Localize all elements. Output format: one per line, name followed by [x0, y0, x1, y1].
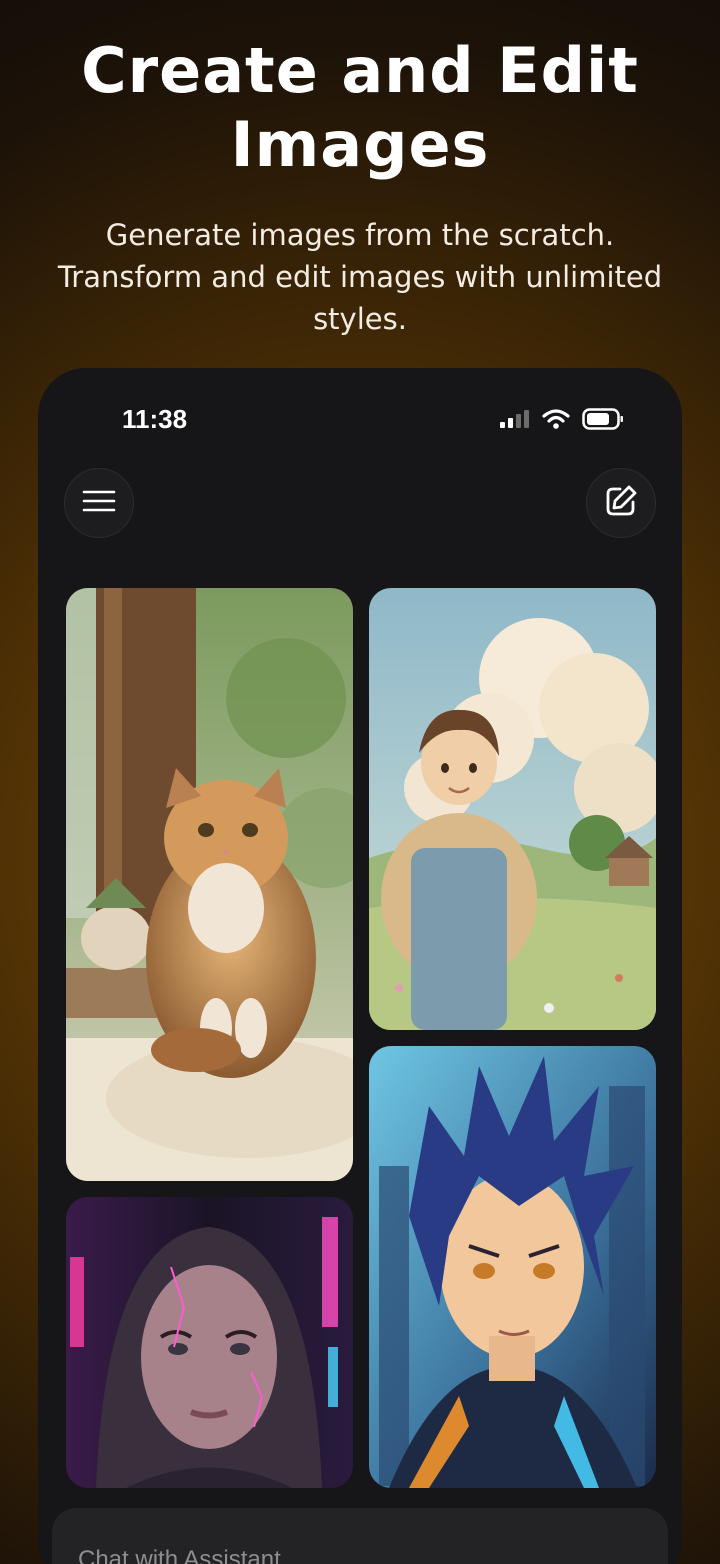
gallery-image-farm-boy[interactable] — [369, 588, 656, 1030]
phone-mockup: 11:38 Chat with Assistant — [38, 368, 682, 1564]
chat-input-bar[interactable]: Chat with Assistant — [52, 1508, 668, 1564]
subheadline: Generate images from the scratch. Transf… — [57, 218, 663, 336]
wifi-icon — [542, 409, 570, 433]
promo-header: Create and Edit Images Generate images f… — [0, 0, 720, 360]
menu-button[interactable] — [64, 468, 134, 538]
gallery-image-cyberpunk-woman[interactable] — [66, 1197, 353, 1488]
headline: Create and Edit Images — [81, 34, 639, 181]
edit-icon — [603, 483, 639, 523]
gallery-image-anime-hero[interactable] — [369, 1046, 656, 1488]
status-icons — [500, 408, 624, 434]
status-time: 11:38 — [122, 404, 188, 434]
status-bar: 11:38 — [38, 368, 682, 468]
hamburger-menu-icon — [82, 489, 116, 517]
battery-icon — [582, 408, 624, 434]
chat-input-placeholder: Chat with Assistant — [78, 1546, 281, 1564]
gallery-image-cat[interactable] — [66, 588, 353, 1181]
signal-icon — [500, 410, 530, 432]
new-chat-button[interactable] — [586, 468, 656, 538]
